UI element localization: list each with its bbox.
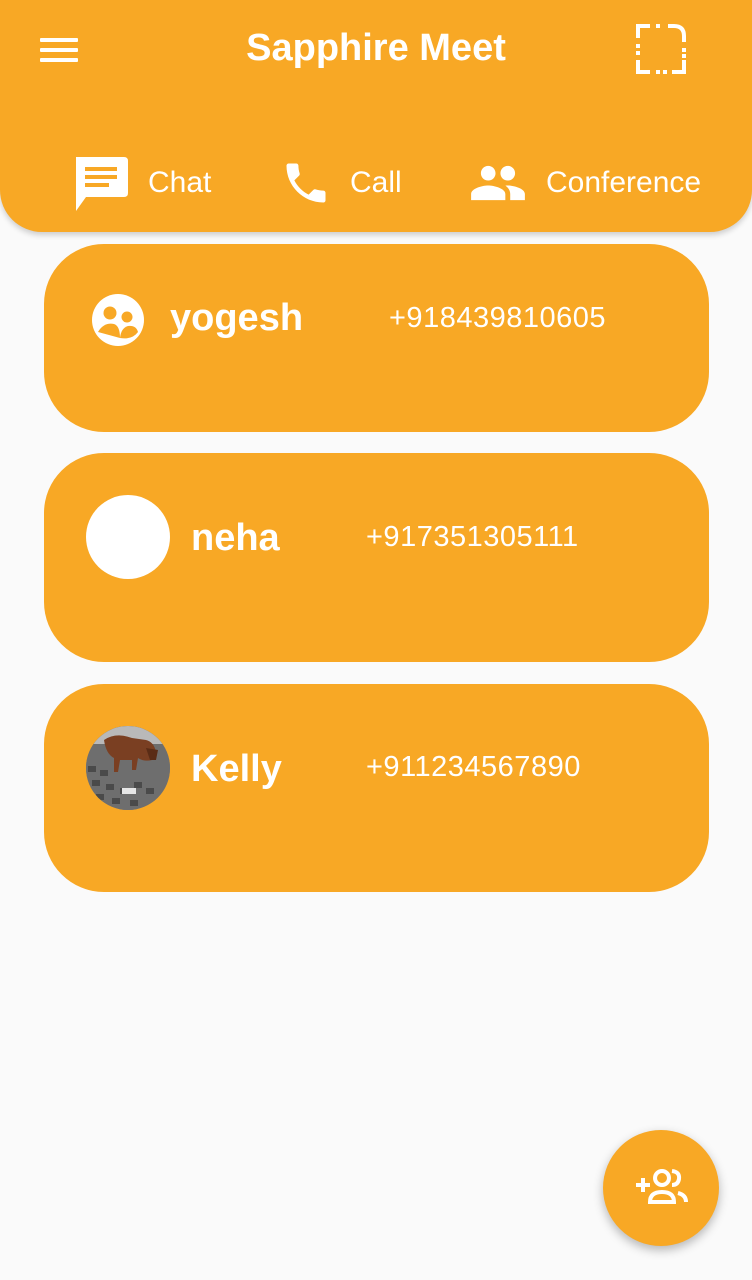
- phone-icon: [280, 157, 332, 209]
- tab-conference-label: Conference: [546, 166, 702, 199]
- contact-name: yogesh: [170, 297, 304, 339]
- tab-bar: Chat Call Conference: [0, 150, 752, 220]
- tab-chat-label: Chat: [148, 166, 212, 199]
- default-avatar-icon: [90, 292, 146, 348]
- app-bar: Sapphire Meet Chat Call Conference: [0, 0, 752, 232]
- contact-name: neha: [191, 517, 280, 559]
- blank-avatar: [86, 495, 170, 579]
- tab-chat[interactable]: Chat: [72, 150, 211, 216]
- chat-icon: [72, 155, 130, 211]
- tab-conference[interactable]: Conference: [468, 150, 701, 216]
- contact-phone: +911234567890: [366, 751, 581, 783]
- tab-call[interactable]: Call: [280, 150, 402, 216]
- contact-name: Kelly: [191, 748, 282, 790]
- add-contact-button[interactable]: [603, 1130, 719, 1246]
- add-contact-icon: [634, 1166, 688, 1211]
- contact-phone: +918439810605: [389, 302, 606, 334]
- contact-phone: +917351305111: [366, 521, 579, 553]
- tab-call-label: Call: [350, 166, 402, 199]
- group-icon: [468, 161, 528, 205]
- photo-avatar: [86, 726, 170, 810]
- crop-free-icon[interactable]: [634, 22, 688, 76]
